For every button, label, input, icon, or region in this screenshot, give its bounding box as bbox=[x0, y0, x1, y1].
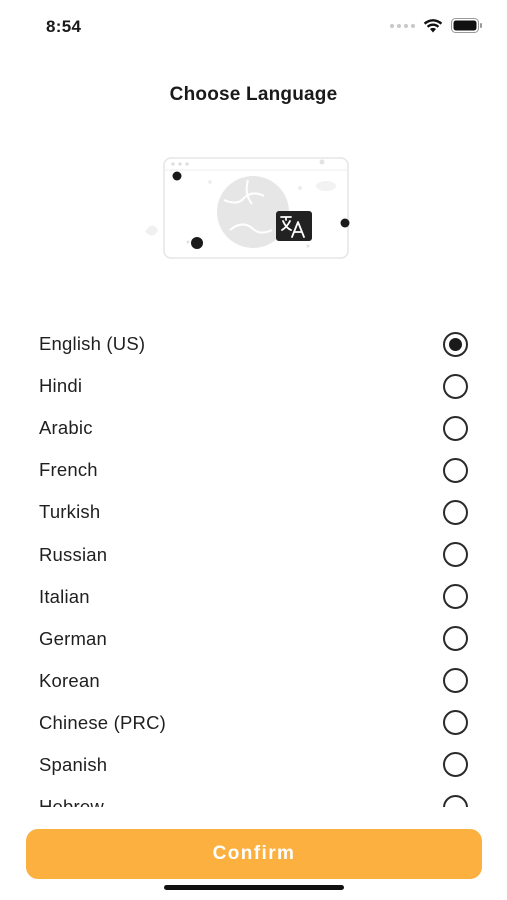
language-label: Italian bbox=[39, 585, 90, 607]
page-title: Choose Language bbox=[169, 84, 338, 105]
wifi-icon bbox=[423, 19, 443, 33]
language-option-chinese-prc[interactable]: Chinese (PRC) bbox=[0, 702, 507, 744]
home-indicator[interactable] bbox=[164, 885, 344, 890]
language-option-italian[interactable]: Italian bbox=[0, 576, 507, 618]
language-option-french[interactable]: French bbox=[0, 449, 507, 491]
radio-unselected[interactable] bbox=[443, 499, 468, 525]
language-option-spanish[interactable]: Spanish bbox=[0, 744, 507, 786]
language-option-hindi[interactable]: Hindi bbox=[0, 365, 507, 407]
language-label: Korean bbox=[39, 669, 100, 691]
radio-dot bbox=[449, 337, 462, 351]
language-option-russian[interactable]: Russian bbox=[0, 533, 507, 575]
radio-unselected[interactable] bbox=[443, 373, 468, 399]
language-illustration bbox=[145, 157, 350, 259]
language-label: Arabic bbox=[39, 417, 93, 439]
status-icons bbox=[390, 18, 483, 33]
radio-selected[interactable] bbox=[443, 331, 468, 357]
radio-unselected[interactable] bbox=[443, 457, 468, 483]
language-option-german[interactable]: German bbox=[0, 618, 507, 660]
radio-unselected[interactable] bbox=[443, 542, 468, 568]
language-list[interactable]: English (US) Hindi Arabic French Turkish… bbox=[0, 323, 507, 807]
radio-unselected[interactable] bbox=[443, 752, 468, 778]
language-option-arabic[interactable]: Arabic bbox=[0, 407, 507, 449]
language-option-hebrew[interactable]: Hebrew bbox=[0, 786, 507, 807]
language-label: Russian bbox=[39, 543, 108, 565]
language-label: Chinese (PRC) bbox=[39, 711, 166, 733]
signal-icon bbox=[390, 23, 415, 28]
language-option-english-us[interactable]: English (US) bbox=[0, 323, 507, 365]
language-label: English (US) bbox=[39, 333, 146, 355]
language-label: German bbox=[39, 627, 108, 649]
radio-unselected[interactable] bbox=[443, 668, 468, 694]
language-label: Spanish bbox=[39, 753, 108, 775]
status-bar: 8:54 bbox=[0, 0, 507, 54]
battery-icon bbox=[451, 18, 482, 33]
translate-icon bbox=[276, 211, 312, 241]
radio-unselected[interactable] bbox=[443, 710, 468, 736]
language-label: Hebrew bbox=[39, 796, 104, 807]
language-option-korean[interactable]: Korean bbox=[0, 660, 507, 702]
language-label: French bbox=[39, 459, 98, 481]
confirm-button[interactable]: Confirm bbox=[26, 829, 482, 879]
radio-unselected[interactable] bbox=[443, 626, 468, 652]
radio-unselected[interactable] bbox=[443, 794, 468, 807]
language-label: Hindi bbox=[39, 375, 83, 397]
status-time: 8:54 bbox=[46, 17, 82, 36]
language-label: Turkish bbox=[39, 501, 101, 523]
radio-unselected[interactable] bbox=[443, 415, 468, 441]
radio-unselected[interactable] bbox=[443, 584, 468, 610]
language-option-turkish[interactable]: Turkish bbox=[0, 491, 507, 533]
